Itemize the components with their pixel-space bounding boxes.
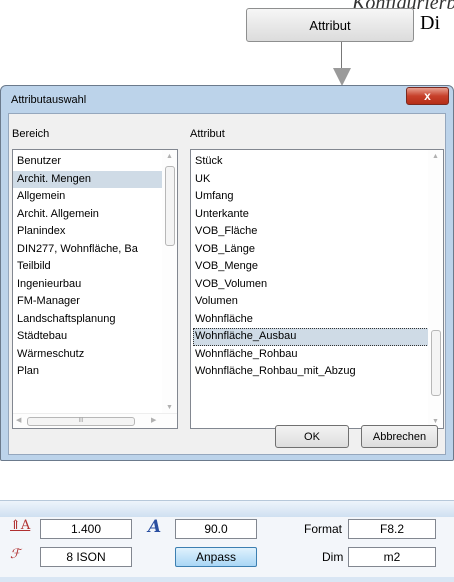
list-item[interactable]: DIN277, Wohnfläche, Ba (13, 241, 162, 259)
list-item[interactable]: Umfang (191, 188, 443, 206)
attributauswahl-dialog: Attributauswahl x Bereich Attribut Benut… (0, 85, 454, 461)
bereich-list: Benutzer Archit. Mengen Allgemein Archit. A… (13, 150, 177, 381)
text-height-field[interactable]: 1.400 (40, 519, 132, 539)
list-item[interactable]: Wohnfläche_Rohbau (191, 346, 443, 364)
bereich-vscroll-thumb[interactable] (165, 166, 175, 246)
attribut-label: Attribut (190, 128, 225, 140)
list-item[interactable]: Wohnfläche (191, 311, 443, 329)
list-item[interactable]: Wohnfläche_Ausbau (193, 328, 429, 346)
list-item[interactable]: Städtebau (13, 328, 162, 346)
list-item[interactable]: VOB_Länge (191, 241, 443, 259)
list-item[interactable]: Ingenieurbau (13, 276, 162, 294)
list-item[interactable]: Planindex (13, 223, 162, 241)
bereich-vscrollbar[interactable]: ▲ ▼ (162, 150, 177, 414)
bereich-listbox[interactable]: Benutzer Archit. Mengen Allgemein Archit. A… (12, 149, 178, 429)
format-label: Format (304, 522, 343, 536)
bereich-hscrollbar[interactable]: ◀ III ▶ (13, 413, 177, 428)
attribut-listbox[interactable]: Stück UK Umfang Unterkante VOB_Fläche VOB_Län… (190, 149, 444, 429)
list-item[interactable]: Teilbild (13, 258, 162, 276)
scroll-right-icon[interactable]: ▶ (151, 416, 156, 424)
list-item[interactable]: VOB_Fläche (191, 223, 443, 241)
attribut-button[interactable]: Attribut (246, 8, 414, 42)
list-item[interactable]: VOB_Menge (191, 258, 443, 276)
list-item[interactable]: Archit. Mengen (13, 170, 162, 188)
attribut-vscroll-thumb[interactable] (431, 330, 441, 396)
list-item[interactable]: Archit. Allgemein (13, 206, 162, 224)
panel-header-band (0, 501, 454, 517)
format-field[interactable]: F8.2 (348, 519, 436, 539)
list-item[interactable]: FM-Manager (13, 293, 162, 311)
list-item[interactable]: Allgemein (13, 188, 162, 206)
attribut-list: Stück UK Umfang Unterkante VOB_Fläche VOB_Län… (191, 150, 443, 381)
scroll-up-icon[interactable]: ▲ (432, 153, 439, 160)
bereich-label: Bereich (12, 128, 50, 140)
scroll-down-icon[interactable]: ▼ (166, 404, 173, 411)
dim-label: Dim (322, 550, 344, 564)
list-item[interactable]: VOB_Volumen (191, 276, 443, 294)
list-item[interactable]: Volumen (191, 293, 443, 311)
attribut-vscrollbar[interactable]: ▲ ▼ (428, 150, 443, 428)
close-icon: x (424, 89, 431, 103)
text-parameter-panel: ⇑A 1.400 A 90.0 ℱ 8 ISON Anpass Format F… (0, 500, 454, 582)
anpass-button[interactable]: Anpass (175, 547, 257, 567)
arrow-line (341, 42, 342, 70)
list-item[interactable]: Landschaftsplanung (13, 311, 162, 329)
close-button[interactable]: x (406, 87, 449, 105)
dialog-title: Attributauswahl (11, 94, 87, 106)
text-angle-icon[interactable]: A (148, 517, 161, 537)
list-item[interactable]: Stück (191, 153, 443, 171)
scroll-up-icon[interactable]: ▲ (166, 153, 173, 160)
scroll-down-icon[interactable]: ▼ (432, 418, 439, 425)
dim-field[interactable]: m2 (348, 547, 436, 567)
dialog-client: Bereich Attribut Benutzer Archit. Mengen A… (8, 113, 446, 455)
bereich-hscroll-thumb[interactable]: III (27, 417, 135, 426)
font-icon[interactable]: ℱ (10, 547, 20, 562)
list-item[interactable]: UK (191, 171, 443, 189)
scroll-left-icon[interactable]: ◀ (16, 416, 21, 424)
list-item[interactable]: Unterkante (191, 206, 443, 224)
di-text: Di (420, 12, 440, 34)
text-height-icon[interactable]: ⇑A (10, 518, 30, 533)
list-item[interactable]: Benutzer (13, 153, 162, 171)
list-item[interactable]: Wärmeschutz (13, 346, 162, 364)
ok-button[interactable]: OK (275, 425, 349, 448)
pen-field[interactable]: 8 ISON (40, 547, 132, 567)
list-item[interactable]: Plan (13, 363, 162, 381)
dialog-titlebar[interactable]: Attributauswahl x (1, 86, 453, 112)
list-item[interactable]: Wohnfläche_Rohbau_mit_Abzug (191, 363, 443, 381)
cancel-button[interactable]: Abbrechen (361, 425, 438, 448)
arrow-down-icon (333, 68, 351, 86)
text-angle-field[interactable]: 90.0 (175, 519, 257, 539)
